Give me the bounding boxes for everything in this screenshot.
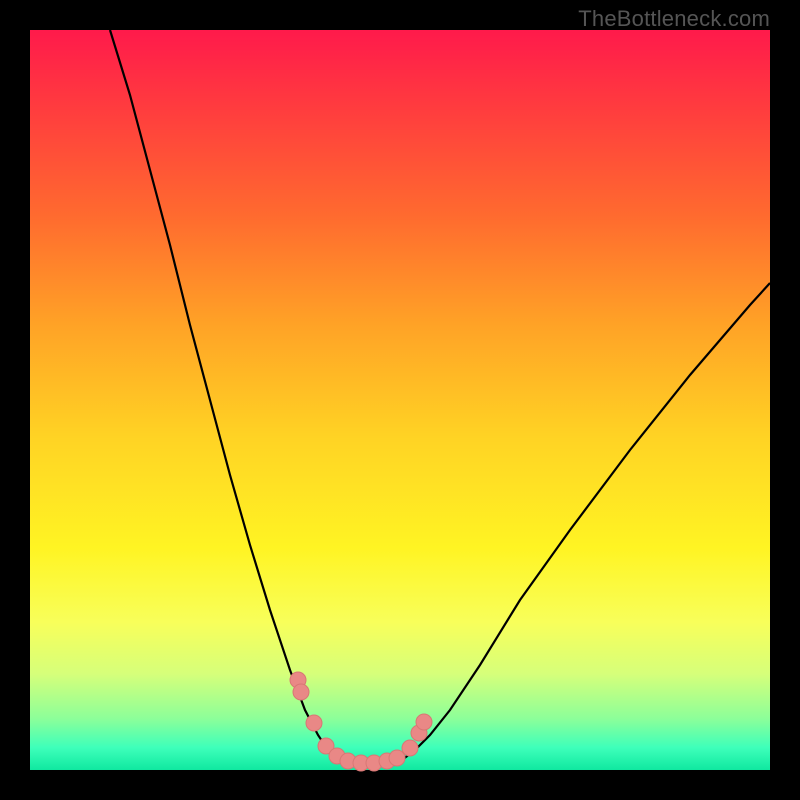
scatter-dot (389, 750, 405, 766)
scatter-dot (416, 714, 432, 730)
scatter-dot (293, 684, 309, 700)
plot-area (30, 30, 770, 770)
bottleneck-curve (110, 30, 770, 763)
scatter-dot (402, 740, 418, 756)
bottleneck-curve-path (110, 30, 770, 763)
chart-frame: TheBottleneck.com (0, 0, 800, 800)
watermark-text: TheBottleneck.com (578, 6, 770, 32)
scatter-dots (290, 672, 432, 771)
scatter-dot (306, 715, 322, 731)
curve-layer (30, 30, 770, 770)
